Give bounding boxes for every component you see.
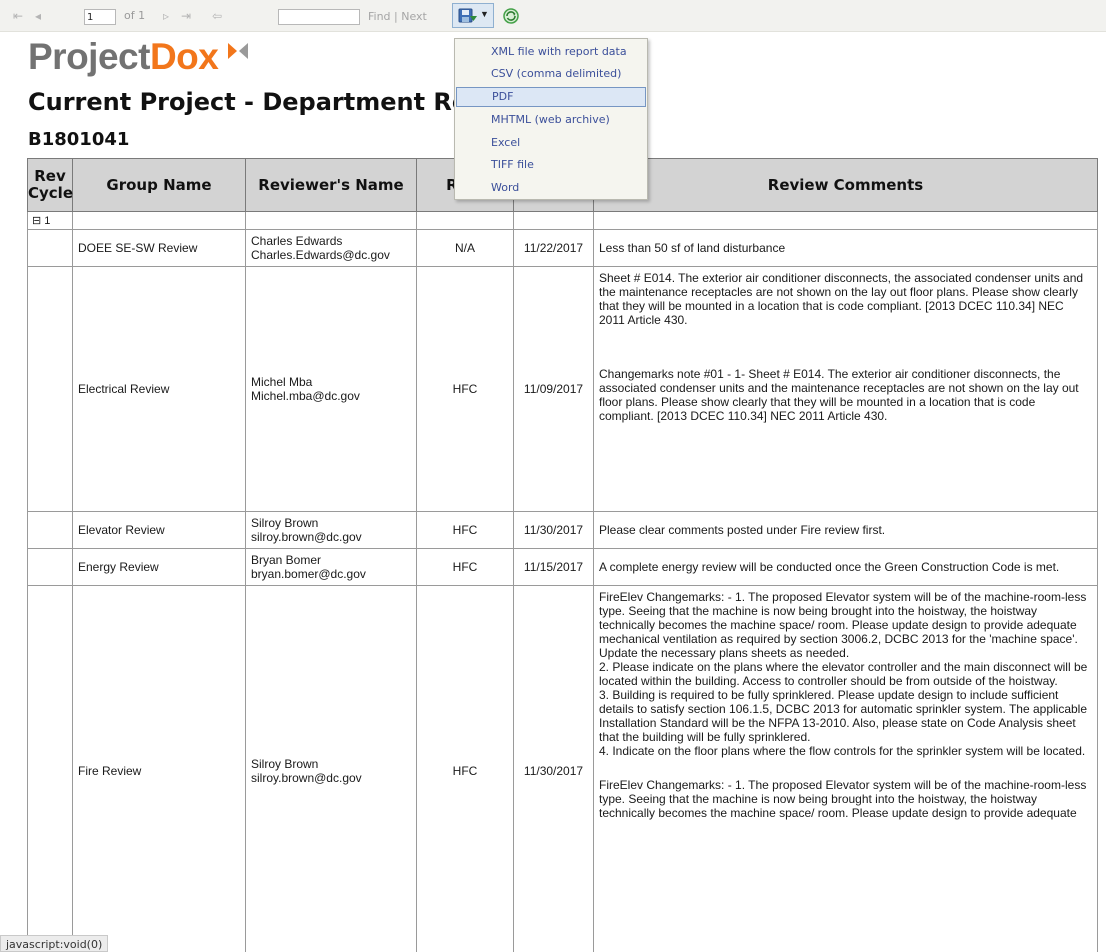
browser-status-bar: javascript:void(0) [0,935,109,952]
comment-paragraph: 4. Indicate on the floor plans where the… [599,744,1086,758]
reviewer-name: Michel Mba [251,375,313,389]
reviewer-name: Charles Edwards [251,234,343,248]
menu-item-mhtml[interactable]: MHTML (web archive) [456,110,646,130]
status-cell: HFC [416,548,514,586]
cycle-group-row: ⊟ 1 [27,211,1098,230]
reviewer-email: bryan.bomer@dc.gov [251,567,366,581]
last-page-icon[interactable]: ⇥ [179,6,193,26]
comment-paragraph: Changemarks note #01 - 1- Sheet # E014. … [599,367,1079,423]
comments-cell: FireElev Changemarks: - 1. The proposed … [593,585,1098,952]
export-button[interactable]: ▼ [452,3,494,28]
projectdox-logo: ProjectDox [28,36,248,78]
menu-item-excel[interactable]: Excel [456,133,646,153]
menu-item-xml[interactable]: XML file with report data [456,42,646,62]
col-header-group-name: Group Name [72,158,246,212]
reviewer-email: Charles.Edwards@dc.gov [251,248,390,262]
reviewer-cell: Charles Edwards Charles.Edwards@dc.gov [245,229,417,267]
updated-cell: 11/30/2017 [513,585,594,952]
updated-cell: 11/30/2017 [513,511,594,549]
table-row: Elevator Review Silroy Brown silroy.brow… [27,511,1098,549]
next-page-icon[interactable]: ▹ [159,6,173,26]
reviewer-name: Silroy Brown [251,516,319,530]
comment-paragraph: FireElev Changemarks: - 1. The proposed … [599,778,1087,820]
updated-cell: 11/09/2017 [513,266,594,512]
status-cell: N/A [416,229,514,267]
logo-text-project: Project [28,36,150,77]
table-row: Electrical Review Michel Mba Michel.mba@… [27,266,1098,512]
reviewer-cell: Michel Mba Michel.mba@dc.gov [245,266,417,512]
updated-cell: 11/22/2017 [513,229,594,267]
comments-cell: Please clear comments posted under Fire … [593,511,1098,549]
comments-cell: A complete energy review will be conduct… [593,548,1098,586]
comment-paragraph: FireElev Changemarks: - 1. The proposed … [599,590,1087,660]
menu-item-csv[interactable]: CSV (comma delimited) [456,64,646,84]
group-name-cell: Energy Review [72,548,246,586]
previous-page-icon[interactable]: ◂ [31,6,45,26]
group-name-cell: DOEE SE-SW Review [72,229,246,267]
status-cell: HFC [416,511,514,549]
logo-text-dox: Dox [149,36,219,77]
col-header-review-comments: Review Comments [593,158,1098,212]
refresh-icon[interactable] [502,7,520,25]
menu-item-pdf[interactable]: PDF [456,87,646,107]
find-next-link[interactable]: Find | Next [368,7,427,27]
col-header-rev-cycle: Rev Cycle [27,158,73,212]
menu-item-tiff[interactable]: TIFF file [456,155,646,175]
page-number-input[interactable] [84,9,116,25]
reviewer-email: silroy.brown@dc.gov [251,770,362,785]
logo-mark-icon [228,43,248,59]
export-format-menu: XML file with report data CSV (comma del… [454,38,648,200]
group-name-cell: Electrical Review [72,266,246,512]
col-header-reviewer-name: Reviewer's Name [245,158,417,212]
comment-paragraph: 3. Building is required to be fully spri… [599,688,1088,744]
page-count-label: of 1 [124,9,146,22]
table-row: Energy Review Bryan Bomer bryan.bomer@dc… [27,548,1098,586]
reviewer-cell: Bryan Bomer bryan.bomer@dc.gov [245,548,417,586]
status-cell: HFC [416,266,514,512]
report-toolbar: ⇤ ◂ of 1 ▹ ⇥ ⇦ Find | Next ▼ [0,0,1106,32]
updated-cell: 11/15/2017 [513,548,594,586]
reviewer-email: silroy.brown@dc.gov [251,530,362,544]
group-name-cell: Elevator Review [72,511,246,549]
reviewer-cell: Silroy Brown silroy.brown@dc.gov [245,585,417,952]
comments-cell: Less than 50 sf of land disturbance [593,229,1098,267]
reviewer-name: Bryan Bomer [251,553,322,567]
report-title: Current Project - Department Re [28,88,469,116]
group-name-cell: Fire Review [72,585,246,952]
save-disk-icon [458,8,477,23]
table-row: DOEE SE-SW Review Charles Edwards Charle… [27,229,1098,267]
comments-cell: Sheet # E014. The exterior air condition… [593,266,1098,512]
review-table: Rev Cycle Group Name Reviewer's Name Re … [27,158,1098,952]
status-cell: HFC [416,585,514,952]
table-row: Fire Review Silroy Brown silroy.brown@dc… [27,585,1098,952]
menu-item-word[interactable]: Word [456,178,646,198]
project-id: B1801041 [28,129,130,150]
first-page-icon[interactable]: ⇤ [11,6,25,26]
comment-paragraph: Sheet # E014. The exterior air condition… [599,271,1084,327]
find-input[interactable] [278,9,360,25]
reviewer-cell: Silroy Brown silroy.brown@dc.gov [245,511,417,549]
back-icon[interactable]: ⇦ [210,6,224,26]
cycle-toggle[interactable]: ⊟ 1 [27,211,73,230]
reviewer-email: Michel.mba@dc.gov [251,389,360,403]
reviewer-name: Silroy Brown [251,756,319,771]
comment-paragraph: 2. Please indicate on the plans where th… [599,660,1088,688]
chevron-down-icon: ▼ [480,9,489,19]
